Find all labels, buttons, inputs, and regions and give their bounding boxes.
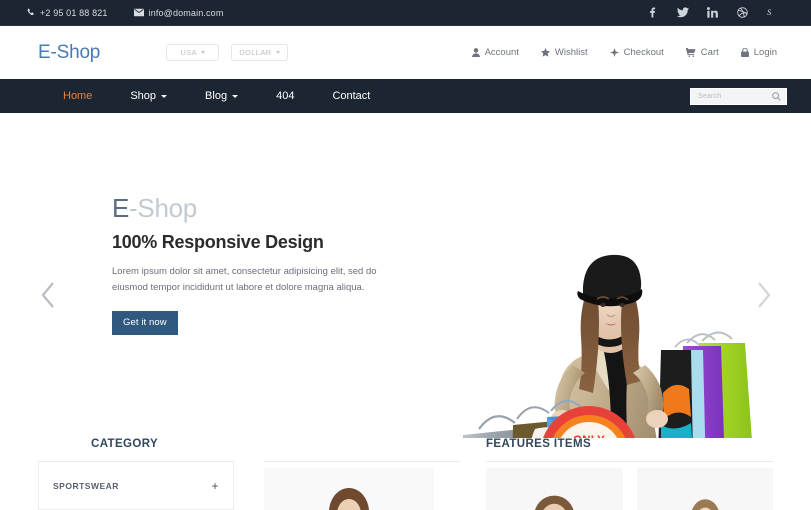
nav-item-shop[interactable]: Shop bbox=[111, 79, 186, 113]
nav-item-label: Contact bbox=[332, 90, 371, 102]
user-icon bbox=[471, 48, 480, 57]
country-select-label: USA bbox=[180, 48, 197, 57]
divider bbox=[264, 460, 460, 462]
lock-icon bbox=[740, 48, 749, 57]
search-input[interactable]: Search bbox=[690, 87, 787, 105]
category-column: CATEGORY SPORTSWEAR + bbox=[38, 438, 234, 510]
hero-image: ONLY $99.00 bbox=[447, 243, 767, 438]
hero-image-illustration bbox=[462, 254, 752, 438]
features-product-row bbox=[486, 468, 773, 510]
search-icon[interactable] bbox=[772, 91, 781, 101]
nav-item-blog[interactable]: Blog bbox=[186, 79, 257, 113]
chevron-down-icon bbox=[232, 94, 239, 98]
content-sections: CATEGORY SPORTSWEAR + FEATURES ITEMS bbox=[0, 438, 811, 510]
man-portrait-thumb bbox=[486, 471, 623, 510]
hero-cta-button[interactable]: Get it now bbox=[112, 311, 178, 336]
nav-item-label: Blog bbox=[205, 90, 228, 102]
product-card-1[interactable] bbox=[486, 468, 623, 510]
phone-icon bbox=[26, 8, 35, 17]
category-panel: SPORTSWEAR + bbox=[38, 462, 234, 510]
nav-item-list: Home Shop Blog 404 Contact bbox=[44, 79, 389, 113]
page-root: +2 95 01 88 821 info@domain.com S E-Shop… bbox=[0, 0, 811, 510]
header-link-label: Wishlist bbox=[554, 47, 588, 58]
header-link-account[interactable]: Account bbox=[471, 47, 519, 58]
search-area: Search bbox=[690, 87, 787, 105]
plus-icon[interactable]: + bbox=[211, 480, 219, 492]
top-bar: +2 95 01 88 821 info@domain.com S bbox=[0, 0, 811, 26]
hero-kicker-prefix: E bbox=[112, 193, 130, 223]
hero-slider: E-Shop 100% Responsive Design Lorem ipsu… bbox=[0, 113, 811, 438]
hero-kicker: E-Shop bbox=[112, 195, 412, 221]
hero-kicker-rest: -Shop bbox=[129, 193, 197, 223]
chevron-down-icon bbox=[275, 51, 280, 54]
hero-copy: E-Shop 100% Responsive Design Lorem ipsu… bbox=[112, 195, 412, 336]
chevron-down-icon bbox=[201, 51, 205, 54]
locale-selectors: USA DOLLAR bbox=[166, 44, 288, 61]
chevron-left-icon bbox=[40, 281, 57, 309]
currency-select-label: DOLLAR bbox=[239, 48, 272, 57]
nav-item-label: Shop bbox=[130, 90, 157, 102]
google-plus-icon[interactable]: S bbox=[766, 6, 779, 19]
woman-portrait-thumb bbox=[264, 467, 434, 510]
header-link-checkout[interactable]: Checkout bbox=[609, 47, 664, 58]
facebook-icon[interactable] bbox=[646, 6, 659, 19]
header-link-wishlist[interactable]: Wishlist bbox=[540, 47, 588, 58]
header-link-cart[interactable]: Cart bbox=[685, 47, 719, 58]
slider-prev-button[interactable] bbox=[40, 281, 57, 309]
slider-next-button[interactable] bbox=[755, 281, 772, 309]
twitter-icon[interactable] bbox=[676, 6, 689, 19]
category-item-sportswear[interactable]: SPORTSWEAR + bbox=[53, 480, 219, 492]
header-link-label: Checkout bbox=[623, 47, 664, 58]
email-contact[interactable]: info@domain.com bbox=[133, 7, 224, 18]
search-placeholder: Search bbox=[698, 92, 722, 100]
envelope-icon bbox=[133, 8, 144, 17]
dribbble-icon[interactable] bbox=[736, 6, 749, 19]
chevron-right-icon bbox=[755, 281, 772, 309]
linkedin-icon[interactable] bbox=[706, 6, 719, 19]
hero-description: Lorem ipsum dolor sit amet, consectetur … bbox=[112, 266, 377, 293]
crosshair-icon bbox=[609, 48, 619, 57]
features-section-title: FEATURES ITEMS bbox=[486, 438, 592, 450]
cart-icon bbox=[685, 48, 696, 57]
email-address: info@domain.com bbox=[148, 7, 224, 18]
divider bbox=[486, 461, 773, 462]
nav-item-404[interactable]: 404 bbox=[257, 79, 313, 113]
header-link-label: Account bbox=[484, 47, 519, 58]
star-icon bbox=[540, 48, 550, 57]
nav-item-contact[interactable]: Contact bbox=[313, 79, 389, 113]
category-item-label: SPORTSWEAR bbox=[53, 480, 119, 491]
nav-item-home[interactable]: Home bbox=[44, 79, 111, 113]
top-bar-contact-group: +2 95 01 88 821 info@domain.com bbox=[26, 8, 223, 18]
social-links: S bbox=[646, 6, 789, 19]
features-column: FEATURES ITEMS bbox=[234, 438, 773, 510]
phone-number: +2 95 01 88 821 bbox=[40, 7, 108, 18]
hero-title: 100% Responsive Design bbox=[112, 232, 324, 252]
main-navigation: Home Shop Blog 404 Contact Search bbox=[0, 79, 811, 113]
product-card-2[interactable] bbox=[636, 468, 773, 510]
nav-item-label: 404 bbox=[276, 90, 295, 102]
woman-portrait-thumb bbox=[636, 471, 773, 510]
phone-contact[interactable]: +2 95 01 88 821 bbox=[26, 8, 108, 18]
svg-text:S: S bbox=[767, 7, 772, 17]
country-select[interactable]: USA bbox=[166, 44, 220, 61]
site-logo[interactable]: E-Shop bbox=[38, 42, 100, 64]
header-link-login[interactable]: Login bbox=[740, 47, 777, 58]
site-header: E-Shop USA DOLLAR Account Wishlist Check… bbox=[0, 26, 811, 79]
chevron-down-icon bbox=[161, 94, 168, 98]
currency-select[interactable]: DOLLAR bbox=[231, 44, 288, 61]
nav-item-label: Home bbox=[63, 90, 93, 102]
category-section-title: CATEGORY bbox=[91, 438, 159, 450]
header-link-label: Login bbox=[753, 47, 777, 58]
category-product-thumb[interactable] bbox=[264, 467, 434, 510]
header-user-links: Account Wishlist Checkout Cart Login bbox=[471, 47, 787, 58]
header-link-label: Cart bbox=[700, 47, 719, 58]
